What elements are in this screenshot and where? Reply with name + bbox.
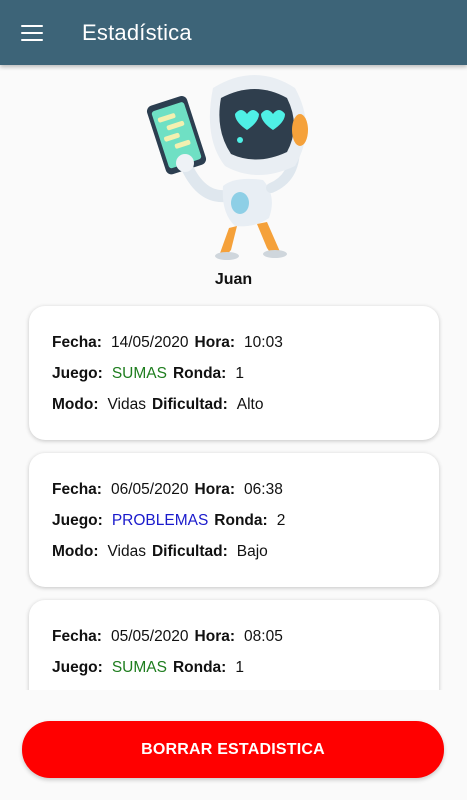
time-value: 06:38 xyxy=(244,481,283,498)
game-value: SUMAS xyxy=(111,659,167,676)
game-row: Juego: PROBLEMAS Ronda: 2 xyxy=(52,512,285,530)
game-label: Juego: xyxy=(52,365,103,382)
game-row: Juego: SUMAS Ronda: 1 xyxy=(52,659,244,677)
round-value: 2 xyxy=(276,512,286,529)
mode-row: Modo: Vidas Dificultad: Bajo xyxy=(52,543,268,561)
mode-row: Modo: Vidas Dificultad: Alto xyxy=(52,396,263,414)
robot-avatar-icon xyxy=(146,75,308,260)
stats-card: Fecha: 05/05/2020 Hora: 08:05 Juego: SUMAS Ro… xyxy=(29,600,439,690)
page-title: Estadística xyxy=(82,19,192,45)
date-row: Fecha: 05/05/2020 Hora: 08:05 xyxy=(52,628,283,646)
clear-stats-button[interactable]: BORRAR ESTADISTICA xyxy=(22,721,444,778)
time-value: 08:05 xyxy=(244,628,283,645)
mode-value: Vidas xyxy=(107,396,146,413)
game-value: SUMAS xyxy=(111,365,167,382)
time-label: Hora: xyxy=(194,628,236,645)
round-label: Ronda: xyxy=(172,659,227,676)
difficulty-label: Dificultad: xyxy=(151,396,228,413)
user-name: Juan xyxy=(214,271,253,288)
difficulty-value: Bajo xyxy=(236,543,268,560)
time-label: Hora: xyxy=(194,481,236,498)
date-label: Fecha: xyxy=(52,334,102,351)
time-label: Hora: xyxy=(194,334,236,351)
app-bar: Estadística xyxy=(0,0,467,65)
date-value: 05/05/2020 xyxy=(110,628,189,645)
round-label: Ronda: xyxy=(172,365,227,382)
game-row: Juego: SUMAS Ronda: 1 xyxy=(52,365,244,383)
difficulty-label: Dificultad: xyxy=(151,543,228,560)
mode-label: Modo: xyxy=(52,396,99,413)
date-value: 14/05/2020 xyxy=(110,334,189,351)
round-label: Ronda: xyxy=(214,512,268,529)
date-label: Fecha: xyxy=(52,628,102,645)
date-value: 06/05/2020 xyxy=(110,481,189,498)
game-label: Juego: xyxy=(52,512,103,529)
difficulty-value: Alto xyxy=(236,396,264,413)
round-value: 1 xyxy=(235,365,244,382)
round-value: 1 xyxy=(235,659,244,676)
mode-label: Modo: xyxy=(52,543,99,560)
time-value: 10:03 xyxy=(244,334,283,351)
stats-card: Fecha: 14/05/2020 Hora: 10:03 Juego: SUMAS Ro… xyxy=(29,306,439,440)
game-value: PROBLEMAS xyxy=(111,512,209,529)
menu-button[interactable] xyxy=(0,0,64,65)
game-label: Juego: xyxy=(52,659,103,676)
date-row: Fecha: 14/05/2020 Hora: 10:03 xyxy=(52,334,283,352)
date-label: Fecha: xyxy=(52,481,102,498)
stats-list[interactable]: Fecha: 14/05/2020 Hora: 10:03 Juego: SUMAS Ro… xyxy=(0,296,467,690)
stats-card: Fecha: 06/05/2020 Hora: 06:38 Juego: PROBLEM… xyxy=(29,453,439,587)
date-row: Fecha: 06/05/2020 Hora: 06:38 xyxy=(52,481,283,499)
mode-value: Vidas xyxy=(107,543,146,560)
hamburger-icon xyxy=(21,24,43,41)
